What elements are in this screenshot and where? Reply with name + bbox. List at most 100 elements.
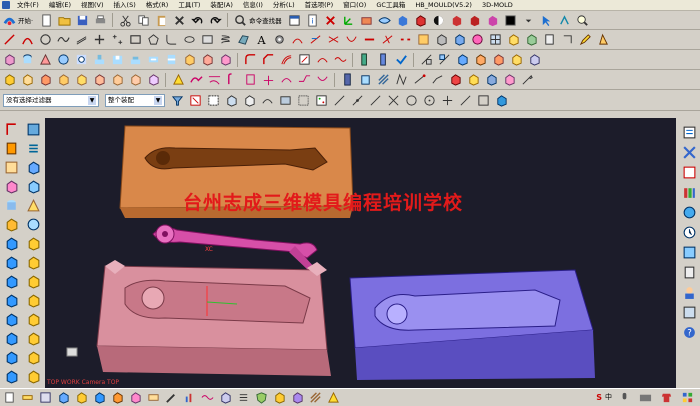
intersect-tool-icon[interactable] <box>2 311 20 327</box>
book-icon[interactable] <box>2 140 20 156</box>
gear-icon[interactable] <box>272 33 286 47</box>
groove-icon[interactable] <box>164 53 178 67</box>
start-button[interactable]: 开始· <box>18 15 33 25</box>
edge-blend-icon[interactable] <box>243 53 257 67</box>
taskbar-gold-icon[interactable] <box>272 391 286 405</box>
taskbar-cube-icon[interactable] <box>74 391 88 405</box>
paste-icon[interactable] <box>154 13 168 27</box>
sketch-icon[interactable] <box>297 53 311 67</box>
body-select-icon[interactable] <box>242 93 256 107</box>
trim-body-icon[interactable] <box>524 33 538 47</box>
revolve-icon[interactable] <box>470 33 484 47</box>
midpoint-snap-icon[interactable] <box>350 93 364 107</box>
split-tool-icon[interactable] <box>2 368 20 384</box>
tree-icon[interactable] <box>2 159 20 175</box>
start-icon[interactable] <box>2 13 16 27</box>
join-icon[interactable] <box>362 33 376 47</box>
taskbar-page-icon[interactable] <box>2 391 16 405</box>
wcs-icon[interactable] <box>342 13 356 27</box>
bottle-icon[interactable] <box>340 73 354 87</box>
sketch-tool-icon[interactable] <box>2 121 20 137</box>
menu-assembly[interactable]: 装配(A) <box>205 0 238 10</box>
blend-tool-icon[interactable] <box>24 311 42 327</box>
process-studio-icon[interactable] <box>680 264 698 280</box>
perspective-icon[interactable] <box>414 13 428 27</box>
point-constructor-icon[interactable] <box>494 93 508 107</box>
pull-face-icon[interactable] <box>146 73 160 87</box>
helix-icon[interactable] <box>218 33 232 47</box>
taskbar-ruler-icon[interactable] <box>20 391 34 405</box>
dropdown-arrow-icon[interactable] <box>522 13 536 27</box>
type-filter-dropdown[interactable]: 没有选择过滤器 ▼ <box>3 93 99 107</box>
text-icon[interactable]: A <box>254 33 268 47</box>
taskbar-blue-icon[interactable] <box>92 391 106 405</box>
pad-tool-icon[interactable] <box>24 254 42 270</box>
pad-icon[interactable] <box>128 53 142 67</box>
measure-icon[interactable] <box>358 53 372 67</box>
bridge-icon[interactable] <box>344 33 358 47</box>
section-icon[interactable] <box>200 33 214 47</box>
system-scenes-icon[interactable] <box>680 304 698 320</box>
constraint-navigator-icon[interactable] <box>680 144 698 160</box>
n-sided-icon[interactable] <box>243 73 257 87</box>
cone-icon[interactable] <box>38 53 52 67</box>
chamfer-tool-icon[interactable] <box>2 330 20 346</box>
hole-tool-icon[interactable] <box>2 235 20 251</box>
menu-gc-toolbox[interactable]: GC工具箱 <box>371 0 410 10</box>
check-icon[interactable] <box>394 53 408 67</box>
combined-icon[interactable] <box>416 33 430 47</box>
window-icon[interactable] <box>288 13 302 27</box>
ellipse-icon[interactable] <box>182 33 196 47</box>
taskbar-hatch-icon[interactable] <box>308 391 322 405</box>
cavity-icon[interactable] <box>455 53 469 67</box>
command-finder-label[interactable]: 命令查找器 <box>249 15 282 25</box>
blue-face-icon[interactable] <box>484 73 498 87</box>
reset-filter-icon[interactable] <box>188 93 202 107</box>
part-navigator-icon[interactable] <box>680 164 698 180</box>
swept-icon[interactable] <box>225 73 239 87</box>
keyboard-icon[interactable] <box>638 390 652 404</box>
sphere-tool-icon[interactable] <box>24 216 42 232</box>
show-icon[interactable] <box>450 13 464 27</box>
help-icon[interactable]: ? <box>680 324 698 340</box>
replace-face-icon[interactable] <box>56 73 70 87</box>
thicken-icon[interactable] <box>506 33 520 47</box>
curve-select-icon[interactable] <box>260 93 274 107</box>
arc-center-snap-icon[interactable] <box>404 93 418 107</box>
offset-curve-icon[interactable] <box>279 53 293 67</box>
line-icon[interactable] <box>2 33 16 47</box>
menu-format[interactable]: 格式(R) <box>141 0 174 10</box>
taskbar-shield-icon[interactable] <box>254 391 268 405</box>
list-icon[interactable] <box>24 140 42 156</box>
point-icon[interactable] <box>92 33 106 47</box>
feature-select-icon[interactable] <box>224 93 238 107</box>
pocket-icon[interactable] <box>110 53 124 67</box>
unite-tool-icon[interactable] <box>2 292 20 308</box>
orient-icon[interactable] <box>468 13 482 27</box>
box-solid-icon[interactable] <box>2 73 16 87</box>
ruler-icon[interactable] <box>376 53 390 67</box>
intersection-snap-icon[interactable] <box>386 93 400 107</box>
block-tool-icon[interactable] <box>2 216 20 232</box>
endpoint-snap-icon[interactable] <box>332 93 346 107</box>
deviation-icon[interactable] <box>430 73 444 87</box>
sew-icon[interactable] <box>542 33 556 47</box>
filter-icon[interactable] <box>170 93 184 107</box>
fill-surface-icon[interactable] <box>261 73 275 87</box>
slot-tool-icon[interactable] <box>2 273 20 289</box>
datum-icon[interactable] <box>24 121 42 137</box>
subtract-icon[interactable] <box>200 53 214 67</box>
delete-face-icon[interactable] <box>92 73 106 87</box>
cone-tool-icon[interactable] <box>24 197 42 213</box>
menu-file[interactable]: 文件(F) <box>12 0 44 10</box>
resize-face-icon[interactable] <box>110 73 124 87</box>
menu-tools[interactable]: 工具(T) <box>173 0 205 10</box>
extension-icon[interactable] <box>297 73 311 87</box>
grid-icon[interactable] <box>680 390 694 404</box>
extract-icon[interactable] <box>290 33 304 47</box>
move-face-icon[interactable] <box>128 73 142 87</box>
core-icon[interactable] <box>473 53 487 67</box>
shell-tool-icon[interactable] <box>24 330 42 346</box>
offset-face-icon[interactable] <box>560 33 574 47</box>
surface-icon[interactable] <box>236 33 250 47</box>
